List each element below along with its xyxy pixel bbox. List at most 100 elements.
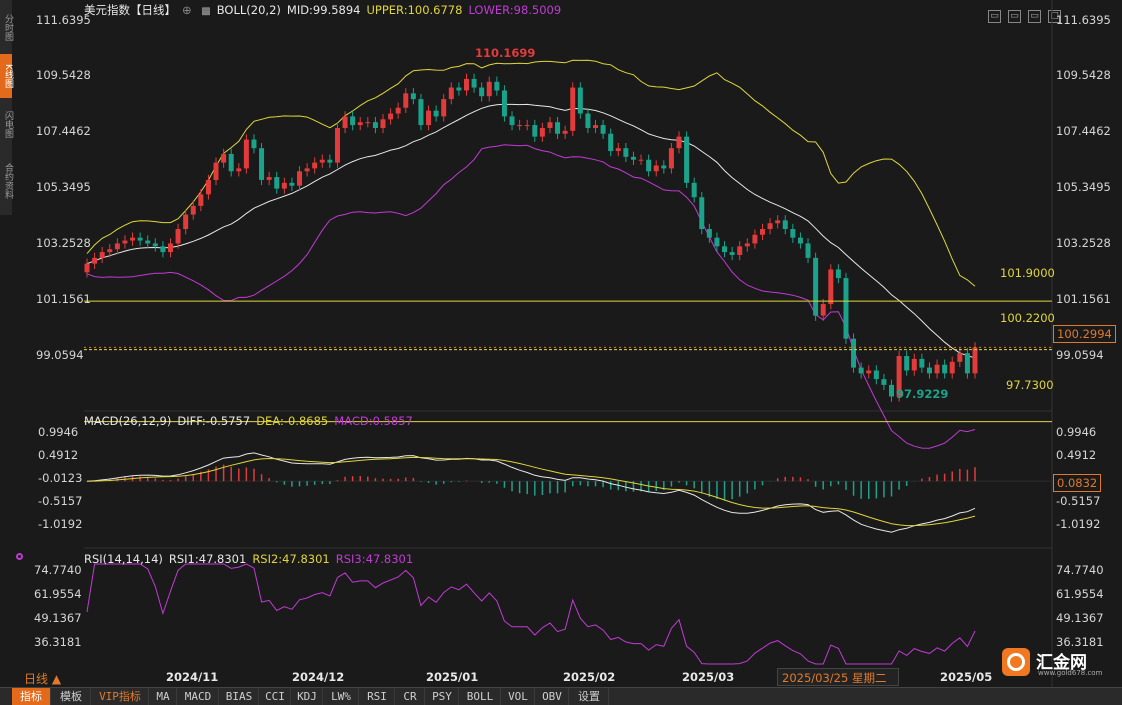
rsi-line [86,563,976,665]
candle-body [972,347,978,374]
rsi3-value: RSI3:47.8301 [335,552,414,566]
level-label-2: 100.2200 [1000,311,1055,325]
candle-body [782,220,788,230]
candle-body [350,116,356,126]
candle-body [835,269,841,279]
candle-body [471,78,477,88]
macd-tick: -0.5157 [38,494,83,508]
xaxis-label: 2025/01 [426,670,479,684]
macd-tick: 0.9946 [1056,425,1097,439]
tab-psy[interactable]: PSY [426,688,459,705]
candle-body [653,165,659,172]
tab-kdj[interactable]: KDJ [292,688,323,705]
macd-tick: -0.5157 [1056,494,1101,508]
crosshair-date: 2025/03/25 星期二 [777,668,899,686]
logo-url: www.gold678.com [1038,669,1103,677]
candle-body [828,269,834,305]
tab-settings[interactable]: 设置 [570,688,609,705]
rsi1-value: RSI1:47.8301 [168,552,247,566]
candle-body [881,379,887,385]
candle-body [266,177,272,180]
macd-tick: -1.0192 [1056,517,1101,531]
macd-dea: DEA:-0.8685 [256,414,329,428]
xaxis-label: 2024/12 [292,670,345,684]
candle-body [372,122,378,128]
tab-cr[interactable]: CR [396,688,425,705]
candle-body [395,107,401,114]
macd-diff: DIFF:-0.5757 [177,414,251,428]
xaxis-label: 2025/03 [682,670,735,684]
candle-body [684,136,690,183]
tab-cci[interactable]: CCI [260,688,291,705]
candle-body [934,364,940,374]
candle-body [380,119,386,128]
low-annotation: 97.9229 [896,387,949,401]
tab-templates[interactable]: 模板 [52,688,91,705]
candle-body [175,229,181,244]
tab-rsi[interactable]: RSI [360,688,395,705]
tab-macd[interactable]: MACD [178,688,219,705]
candle-body [873,370,879,380]
tab-ma[interactable]: MA [150,688,177,705]
candle-body [145,240,151,244]
period-selector[interactable]: 日线 ▲ [24,670,61,687]
candle-body [486,81,492,97]
candle-body [911,358,917,371]
macd-tick: 0.4912 [38,448,79,462]
candle-body [357,122,363,126]
candle-body [744,243,750,247]
candle-body [570,87,576,131]
candle-body [297,171,303,186]
candle-body [585,113,591,128]
tab-vip-indicators[interactable]: VIP指标 [92,688,149,705]
rsi-settings-icon[interactable] [16,553,23,560]
tab-bias[interactable]: BIAS [220,688,259,705]
candle-body [813,257,819,316]
tab-boll[interactable]: BOLL [460,688,501,705]
candle-body [949,361,955,374]
chart-canvas[interactable] [0,0,1122,704]
candle-body [562,130,568,134]
candle-body [964,353,970,374]
rsi-tick: 49.1367 [1056,611,1104,625]
candle-body [433,110,439,117]
candle-body [858,367,864,374]
candle-body [448,87,454,100]
candle-body [676,136,682,149]
candle-body [615,148,621,152]
ytick-left: 105.3495 [36,180,91,194]
candle-body [532,125,538,137]
candle-body [342,116,348,128]
ytick-right: 107.4462 [1056,124,1111,138]
candle-body [107,249,113,253]
candle-body [547,122,553,128]
macd-dea-line [86,456,976,527]
candle-body [334,127,340,163]
candle-body [410,93,416,100]
ytick-left: 99.0594 [36,348,84,362]
logo-icon [1002,648,1030,676]
candle-body [714,237,720,247]
candle-body [281,182,287,189]
candle-body [122,240,128,244]
candle-body [327,159,333,163]
candle-body [942,364,948,374]
candle-body [365,122,371,124]
candle-body [820,304,826,316]
rsi-tick: 61.9554 [1056,587,1104,601]
rsi2-value: RSI2:47.8301 [252,552,330,566]
tab-vol[interactable]: VOL [502,688,535,705]
candle-body [646,159,652,172]
candle-body [99,252,105,258]
ytick-left: 107.4462 [36,124,91,138]
candle-body [904,356,910,371]
level-label-1: 101.9000 [1000,266,1055,280]
tab-indicators[interactable]: 指标 [12,688,51,705]
boll-upper-line [86,59,976,287]
candle-body [577,87,583,114]
tab-lw[interactable]: LW% [324,688,359,705]
tab-obv[interactable]: OBV [536,688,569,705]
ytick-left: 103.2528 [36,236,91,250]
candle-body [889,384,895,397]
candle-body [919,358,925,368]
